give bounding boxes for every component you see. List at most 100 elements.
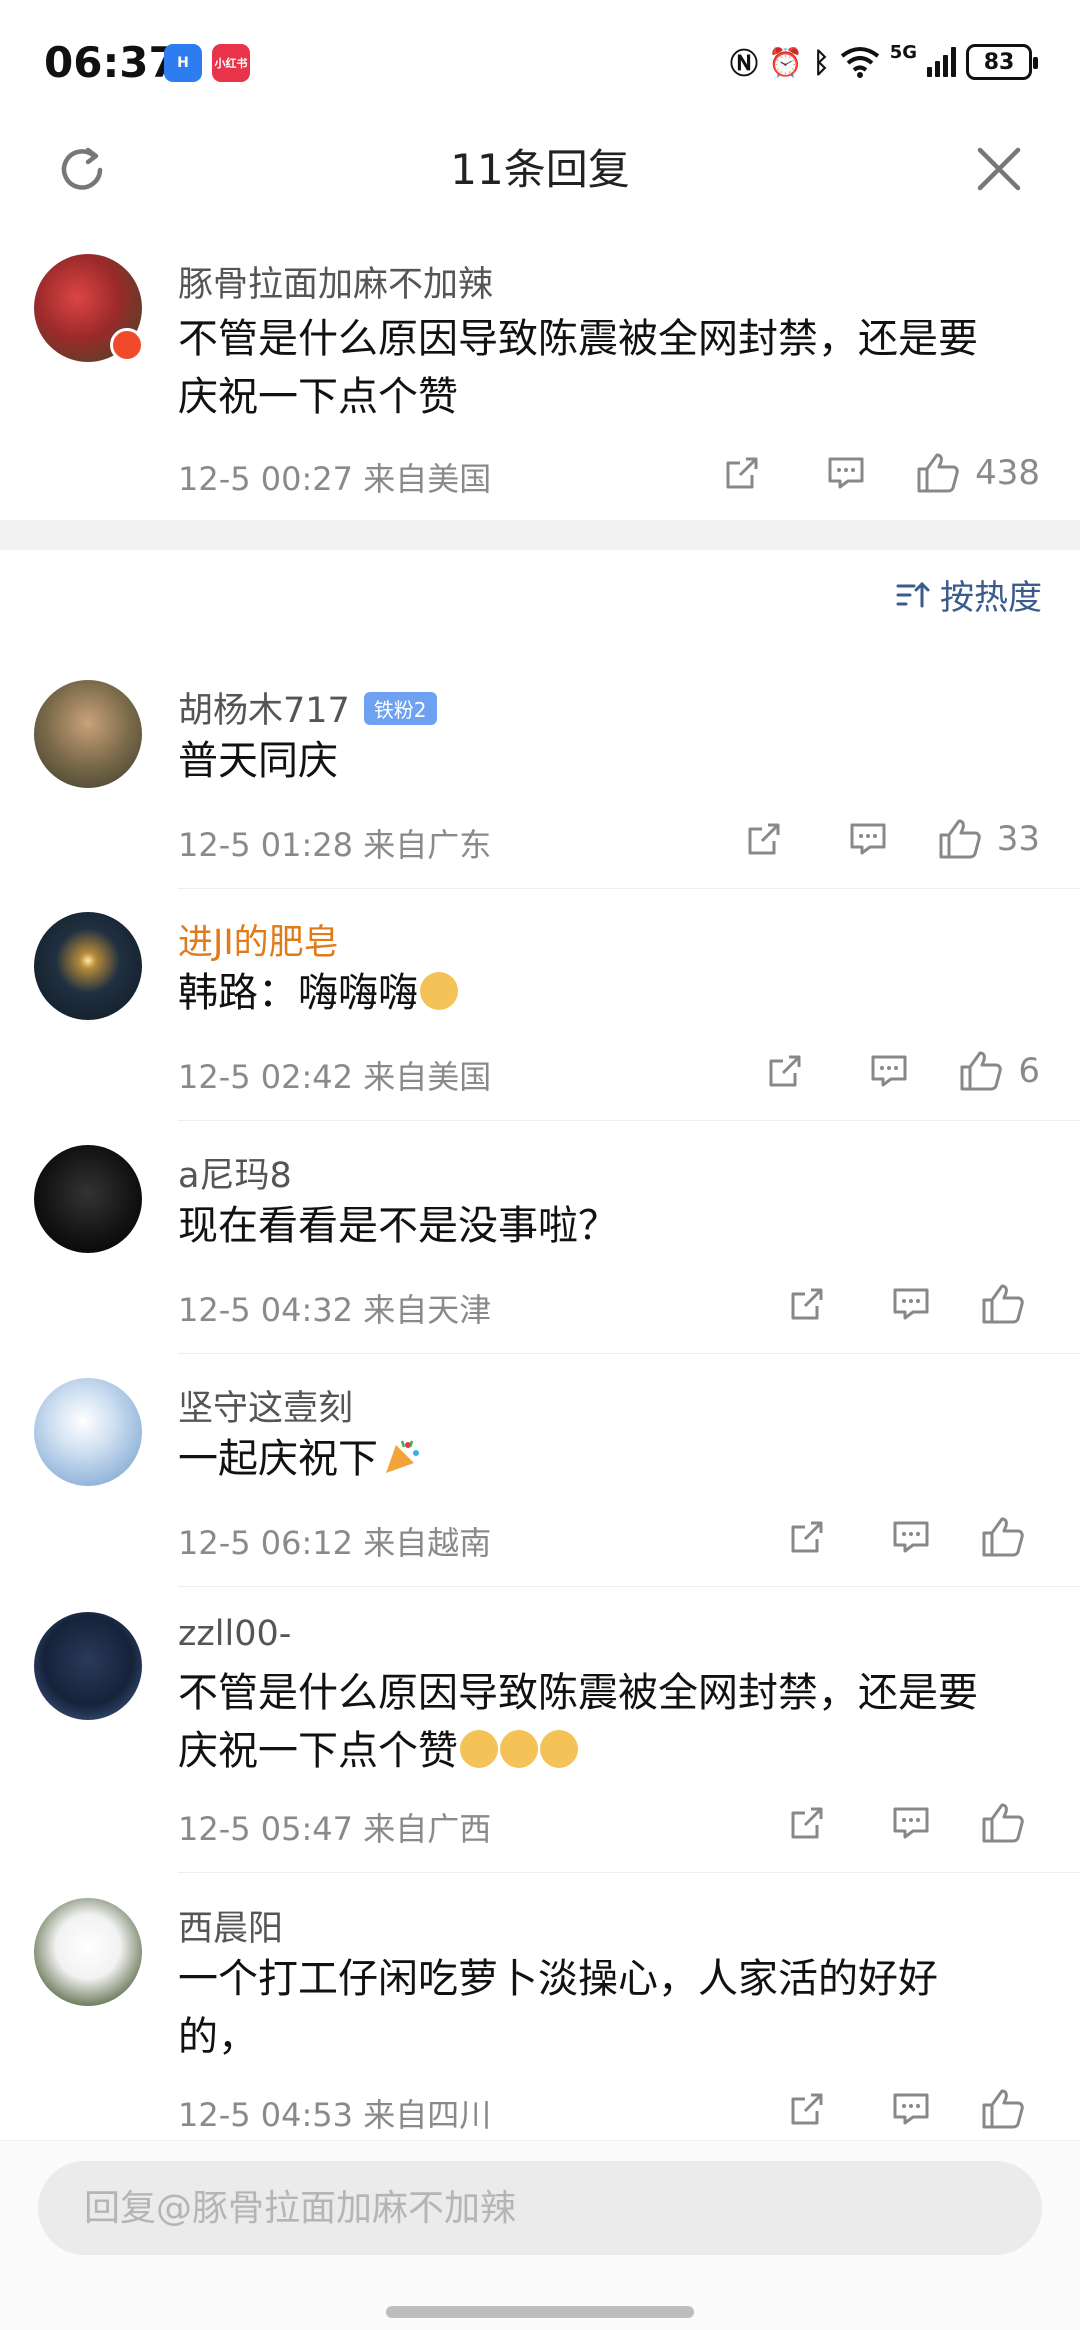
- reply-button[interactable]: [876, 1798, 946, 1848]
- comment-text-line: 庆祝一下点个赞: [178, 374, 458, 420]
- share-icon: [791, 1288, 823, 1320]
- reply-button[interactable]: [833, 814, 903, 864]
- page-title: 11条回复: [450, 145, 630, 194]
- reply-button[interactable]: [876, 1512, 946, 1562]
- battery-level: 83: [983, 49, 1015, 75]
- share-icon: [726, 457, 758, 489]
- comment-meta: 12-5 04:32 来自天津: [178, 1291, 492, 1329]
- sort-icon: [896, 581, 930, 607]
- home-indicator[interactable]: [386, 2306, 694, 2318]
- comment-text-line: 的，: [178, 2014, 258, 2060]
- thumbs-up-icon: [917, 453, 959, 493]
- username[interactable]: 西晨阳: [178, 1900, 283, 1951]
- like-button[interactable]: 33: [937, 817, 1040, 861]
- verified-badge-icon: [110, 328, 144, 362]
- signal-icon: [927, 47, 956, 77]
- doge-emoji-icon: [460, 1730, 498, 1768]
- status-icons: Ⓝ ⏰ ᛒ 5G 83: [730, 41, 1038, 82]
- share-button[interactable]: [729, 814, 799, 864]
- root-comment: 豚骨拉面加麻不加辣 不管是什么原因导致陈震被全网封禁，还是要 庆祝一下点个赞 1…: [0, 250, 1080, 520]
- comment-actions: 6: [716, 1046, 1040, 1096]
- comment-icon: [893, 1288, 929, 1320]
- username[interactable]: zzll00-: [178, 1614, 291, 1654]
- close-icon[interactable]: [974, 144, 1024, 194]
- row-divider: [178, 1120, 1080, 1121]
- sort-button[interactable]: 按热度: [896, 570, 1042, 619]
- alarm-icon: ⏰: [768, 45, 803, 79]
- share-icon: [748, 823, 780, 855]
- like-button[interactable]: [980, 1515, 1040, 1559]
- doge-emoji-icon: [420, 972, 458, 1010]
- like-count: 33: [996, 819, 1040, 859]
- comment-icon: [850, 823, 886, 855]
- share-icon: [791, 2093, 823, 2125]
- comment-actions: [738, 2084, 1040, 2134]
- status-time: 06:37: [44, 38, 178, 87]
- comment-text-line: 不管是什么原因导致陈震被全网封禁，还是要: [178, 316, 978, 362]
- reply-button[interactable]: [811, 448, 881, 498]
- comment-text: 不管是什么原因导致陈震被全网封禁，还是要 庆祝一下点个赞: [178, 1664, 1038, 1780]
- avatar[interactable]: [34, 1612, 142, 1720]
- avatar[interactable]: [34, 1378, 142, 1486]
- comment-meta: 12-5 01:28 来自广东: [178, 826, 492, 864]
- party-popper-icon: [386, 1440, 419, 1473]
- share-button[interactable]: [772, 1279, 842, 1329]
- comment-actions: [738, 1279, 1040, 1329]
- comment-text: 普天同庆: [178, 738, 338, 784]
- thumbs-up-icon: [982, 1517, 1024, 1557]
- like-button[interactable]: 6: [958, 1049, 1040, 1093]
- share-icon: [791, 1807, 823, 1839]
- thumbs-up-icon: [939, 819, 981, 859]
- share-button[interactable]: [772, 2084, 842, 2134]
- row-divider: [178, 888, 1080, 889]
- username[interactable]: a尼玛8: [178, 1147, 292, 1198]
- username[interactable]: 胡杨木717 铁粉2: [178, 682, 437, 733]
- share-button[interactable]: [772, 1512, 842, 1562]
- comment-meta: 12-5 04:53 来自四川: [178, 2096, 492, 2134]
- share-button[interactable]: [750, 1046, 820, 1096]
- username[interactable]: 坚守这壹刻: [178, 1380, 353, 1431]
- avatar[interactable]: [34, 1145, 142, 1253]
- xiaohongshu-notification-icon: 小红书: [212, 44, 250, 82]
- comment-actions: 33: [695, 814, 1040, 864]
- reply-item: zzll00- 不管是什么原因导致陈震被全网封禁，还是要 庆祝一下点个赞 12-…: [0, 1612, 1080, 1874]
- reply-button[interactable]: [876, 1279, 946, 1329]
- like-count: 6: [1018, 1051, 1040, 1091]
- row-divider: [178, 1586, 1080, 1587]
- comment-text-line: 不管是什么原因导致陈震被全网封禁，还是要: [178, 1670, 978, 1716]
- reply-item: 坚守这壹刻 一起庆祝下 12-5 06:12 来自越南: [0, 1378, 1080, 1588]
- header: 11条回复: [0, 120, 1080, 220]
- thumbs-up-icon: [982, 1803, 1024, 1843]
- like-button[interactable]: [980, 1282, 1040, 1326]
- like-button[interactable]: [980, 1801, 1040, 1845]
- avatar[interactable]: [34, 680, 142, 788]
- thumbs-up-icon: [982, 1284, 1024, 1324]
- comment-text: 韩路：嗨嗨嗨: [178, 964, 1038, 1022]
- username[interactable]: 进JI的肥皂: [178, 914, 339, 965]
- thumbs-up-icon: [960, 1051, 1003, 1091]
- reply-button[interactable]: [876, 2084, 946, 2134]
- comment-icon: [893, 2093, 929, 2125]
- like-button[interactable]: [980, 2087, 1040, 2131]
- like-button[interactable]: 438: [915, 451, 1040, 495]
- username-text: 胡杨木717: [178, 691, 350, 731]
- row-divider: [178, 1353, 1080, 1354]
- comment-text: 现在看看是不是没事啦？: [178, 1203, 618, 1249]
- share-button[interactable]: [707, 448, 777, 498]
- app-notification-icon: H: [164, 44, 202, 82]
- comment-actions: [738, 1512, 1040, 1562]
- share-icon: [769, 1055, 801, 1087]
- comment-meta: 12-5 02:42 来自美国: [178, 1058, 492, 1096]
- comment-text: 一个打工仔闲吃萝卜淡操心，人家活的好好 的，: [178, 1950, 1038, 2066]
- avatar[interactable]: [34, 912, 142, 1020]
- username[interactable]: 豚骨拉面加麻不加辣: [178, 256, 493, 307]
- reply-button[interactable]: [854, 1046, 924, 1096]
- avatar[interactable]: [34, 1898, 142, 2006]
- share-button[interactable]: [772, 1798, 842, 1848]
- bluetooth-icon: ᛒ: [812, 45, 830, 79]
- reply-item: 胡杨木717 铁粉2 普天同庆 12-5 01:28 来自广东 33: [0, 680, 1080, 890]
- reply-item: a尼玛8 现在看看是不是没事啦？ 12-5 04:32 来自天津: [0, 1145, 1080, 1355]
- network-type: 5G: [889, 41, 917, 63]
- comment-text: 不管是什么原因导致陈震被全网封禁，还是要 庆祝一下点个赞: [178, 310, 1038, 426]
- reply-input[interactable]: [38, 2161, 1042, 2255]
